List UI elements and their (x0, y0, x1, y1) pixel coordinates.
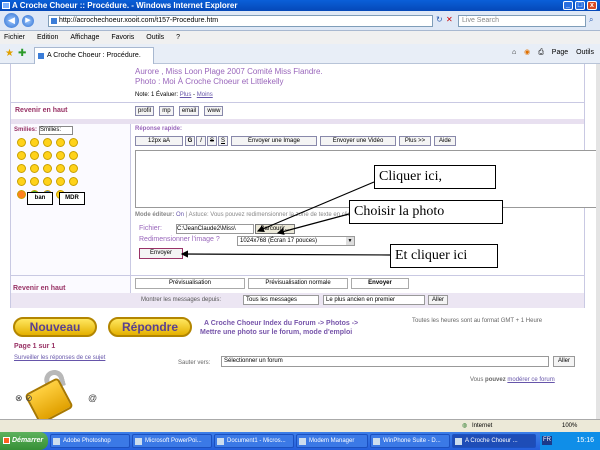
task-modem-manager[interactable]: Modem Manager (296, 434, 368, 448)
home-icon[interactable]: ⌂ (512, 49, 516, 56)
feeds-icon[interactable]: ◉ (524, 49, 530, 56)
vertical-scrollbar[interactable] (596, 64, 600, 419)
task-label: WinPhone Suite - D... (383, 438, 441, 444)
system-tray: FR 15:16 (540, 432, 600, 450)
page-icon (51, 18, 57, 24)
task-powerpoint[interactable]: Microsoft PowerPoi... (132, 434, 212, 448)
menu-outils[interactable]: Outils (146, 34, 164, 41)
menu-help[interactable]: ? (176, 34, 180, 41)
task-ie[interactable]: A Croche Choeur ... (452, 434, 536, 448)
start-button[interactable]: Démarrer (0, 432, 48, 450)
task-winphone[interactable]: WinPhone Suite - D... (370, 434, 450, 448)
clock: 15:16 (576, 437, 594, 444)
ie-icon (2, 2, 10, 9)
status-bar: ◍ Internet 100% (0, 419, 600, 432)
ie-task-icon (455, 438, 462, 445)
arrow-2 (276, 213, 350, 235)
url-text: http://acrochechoeur.xooit.com/t157-Proc… (59, 17, 219, 24)
windows-logo-icon (3, 437, 10, 444)
menu-favoris[interactable]: Favoris (111, 34, 134, 41)
add-favorite-icon[interactable]: ✚ (18, 48, 26, 59)
modem-icon (299, 438, 306, 445)
tab-bar: ★ ✚ A Croche Choeur : Procédure. ⌂ ◉ ⎙ P… (0, 44, 600, 64)
task-label: A Croche Choeur ... (465, 438, 518, 444)
address-toolbar: ◀ ▶ http://acrochechoeur.xooit.com/t157-… (0, 11, 600, 31)
winphone-icon (373, 438, 380, 445)
page-content: Aurore , Miss Loon Plage 2007 Comité Mis… (0, 64, 596, 419)
search-icon[interactable]: ⌕ (589, 15, 593, 25)
stop-icon[interactable]: ✕ (446, 15, 453, 24)
task-photoshop[interactable]: Adobe Photoshop (50, 434, 130, 448)
page-menu[interactable]: Page (552, 49, 568, 56)
url-input[interactable]: http://acrochechoeur.xooit.com/t157-Proc… (48, 15, 433, 27)
menu-edition[interactable]: Edition (37, 34, 58, 41)
tab-title: A Croche Choeur : Procédure. (47, 52, 141, 59)
powerpoint-icon (135, 438, 142, 445)
menubar: Fichier Edition Affichage Favoris Outils… (0, 31, 600, 44)
task-label: Adobe Photoshop (63, 438, 111, 444)
search-input[interactable]: Live Search (458, 15, 586, 27)
favorites-star-icon[interactable]: ★ (5, 48, 14, 59)
back-icon[interactable]: ◀ (4, 13, 19, 28)
task-label: Modem Manager (309, 438, 355, 444)
command-bar: ⌂ ◉ ⎙ Page Outils (506, 48, 594, 57)
window-title: A Croche Choeur :: Procédure. - Windows … (12, 1, 238, 10)
window-titlebar: A Croche Choeur :: Procédure. - Windows … (0, 0, 600, 11)
callout-arrows (180, 181, 391, 258)
start-label: Démarrer (12, 437, 44, 444)
task-label: Microsoft PowerPoi... (145, 438, 202, 444)
arrow-3 (180, 250, 391, 258)
arrow-1 (256, 181, 375, 232)
tools-menu[interactable]: Outils (576, 49, 594, 56)
maximize-button[interactable]: □ (575, 1, 585, 10)
word-icon (217, 438, 224, 445)
menu-affichage[interactable]: Affichage (70, 34, 99, 41)
tab-current[interactable]: A Croche Choeur : Procédure. (34, 47, 154, 64)
zone-label: Internet (472, 423, 493, 429)
menu-fichier[interactable]: Fichier (4, 34, 25, 41)
task-word[interactable]: Document1 - Micros... (214, 434, 294, 448)
tab-page-icon (38, 53, 44, 59)
photoshop-icon (53, 438, 60, 445)
forward-icon[interactable]: ▶ (22, 15, 34, 27)
close-button[interactable]: x (587, 1, 597, 10)
search-placeholder: Live Search (462, 17, 499, 24)
zoom-level[interactable]: 100% (562, 420, 577, 432)
refresh-icon[interactable]: ↻ (436, 15, 443, 24)
taskbar: Démarrer Adobe Photoshop Microsoft Power… (0, 432, 600, 450)
minimize-button[interactable]: _ (563, 1, 573, 10)
print-icon[interactable]: ⎙ (538, 49, 544, 56)
language-indicator[interactable]: FR (542, 436, 552, 445)
internet-zone-icon: ◍ (462, 423, 468, 429)
task-label: Document1 - Micros... (227, 438, 286, 444)
